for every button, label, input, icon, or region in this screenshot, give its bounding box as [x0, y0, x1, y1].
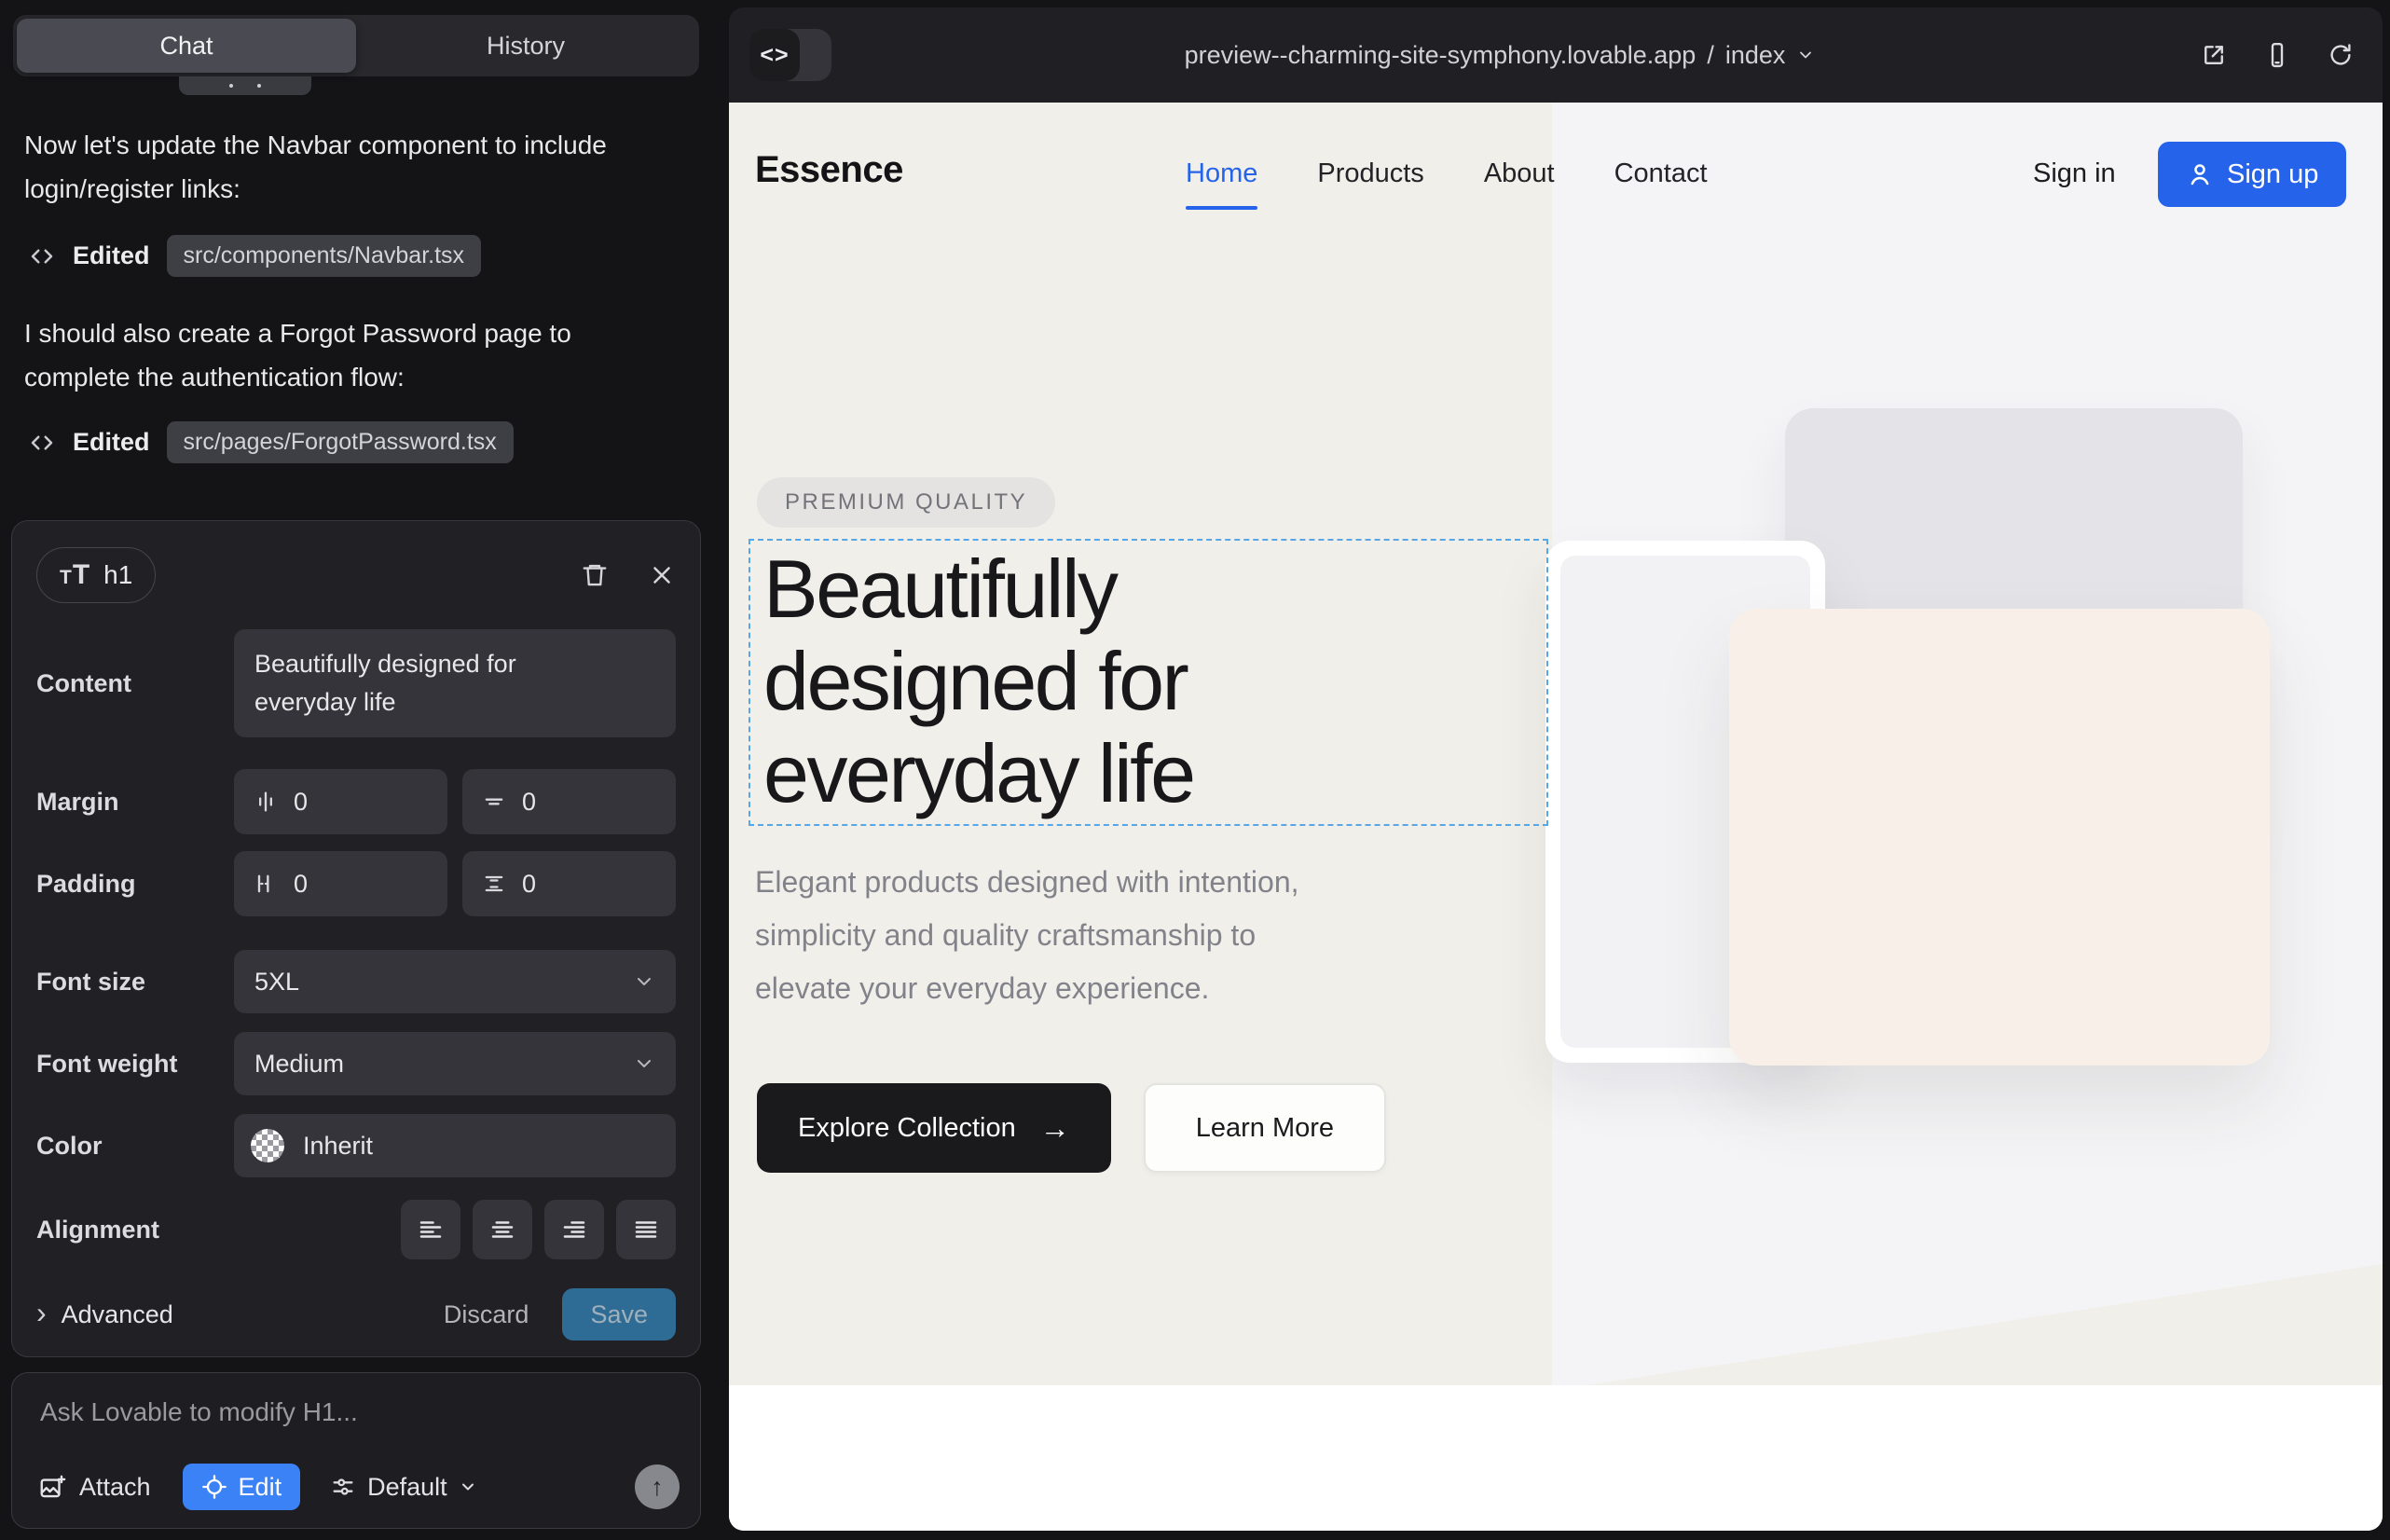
user-icon — [2186, 160, 2214, 188]
margin-x-input[interactable]: 0 — [234, 769, 447, 834]
scrolled-badge-partial — [179, 76, 311, 95]
transparency-swatch-icon — [251, 1129, 284, 1162]
selected-element-tag: h1 — [103, 560, 132, 590]
content-label: Content — [36, 669, 234, 698]
edited-label: Edited — [73, 241, 150, 270]
content-input[interactable]: Beautifully designed for everyday life — [234, 629, 676, 737]
font-weight-select[interactable]: Medium — [234, 1032, 676, 1095]
alignment-label: Alignment — [36, 1216, 234, 1244]
font-weight-label: Font weight — [36, 1050, 234, 1079]
chevron-down-icon — [459, 1478, 477, 1496]
refresh-icon[interactable] — [2327, 41, 2355, 69]
nav-link-home[interactable]: Home — [1186, 158, 1257, 189]
padding-horizontal-icon — [253, 871, 279, 897]
edited-label: Edited — [73, 428, 150, 457]
site-preview: Essence Home Products About Contact Sign… — [729, 103, 2383, 1531]
premium-quality-badge: PREMIUM QUALITY — [757, 477, 1055, 528]
url-bar[interactable]: preview--charming-site-symphony.lovable.… — [729, 7, 2271, 103]
lovable-chat-panel: Chat History Now let's update the Navbar… — [0, 0, 727, 1540]
align-left-icon — [417, 1216, 445, 1244]
nav-link-products[interactable]: Products — [1317, 158, 1423, 189]
tab-chat[interactable]: Chat — [17, 19, 356, 73]
open-external-icon[interactable] — [2200, 41, 2228, 69]
assistant-message: I should also create a Forgot Password p… — [24, 311, 621, 399]
arrow-right-icon: → — [1040, 1111, 1070, 1146]
code-icon — [28, 242, 56, 270]
discard-button[interactable]: Discard — [444, 1300, 529, 1329]
align-center-icon — [488, 1216, 516, 1244]
prompt-composer: Ask Lovable to modify H1... Attach Edit … — [11, 1372, 701, 1529]
edited-file-row: Edited src/pages/ForgotPassword.tsx — [28, 421, 514, 463]
margin-horizontal-icon — [253, 789, 279, 815]
font-size-label: Font size — [36, 968, 234, 997]
h1-selection-outline[interactable]: Beautifully designed for everyday life — [749, 539, 1548, 826]
advanced-toggle[interactable]: › Advanced — [36, 1299, 173, 1329]
next-section-background — [729, 1385, 2383, 1531]
delete-element-icon[interactable] — [581, 561, 609, 589]
chevron-right-icon: › — [36, 1298, 47, 1327]
align-justify-button[interactable] — [616, 1200, 676, 1259]
chevron-down-icon — [633, 1052, 655, 1075]
margin-label: Margin — [36, 788, 234, 817]
hero-heading: Beautifully designed for everyday life — [763, 543, 1194, 819]
chat-history-tabbar: Chat History — [13, 15, 699, 76]
padding-x-input[interactable]: 0 — [234, 851, 447, 916]
close-icon[interactable] — [648, 561, 676, 589]
edited-file-row: Edited src/components/Navbar.tsx — [28, 235, 481, 277]
preview-browser-window: <> preview--charming-site-symphony.lovab… — [729, 7, 2383, 1531]
selected-element-badge: TT h1 — [36, 547, 156, 603]
text-type-icon: TT — [60, 559, 90, 591]
attach-button[interactable]: Attach — [38, 1473, 151, 1502]
edit-mode-button[interactable]: Edit — [183, 1464, 301, 1510]
padding-label: Padding — [36, 870, 234, 899]
margin-y-input[interactable]: 0 — [462, 769, 676, 834]
align-right-icon — [560, 1216, 588, 1244]
font-size-select[interactable]: 5XL — [234, 950, 676, 1013]
url-separator: / — [1707, 41, 1714, 70]
nav-link-about[interactable]: About — [1484, 158, 1555, 189]
margin-vertical-icon — [481, 789, 507, 815]
site-nav: Home Products About Contact — [1186, 158, 1708, 189]
url-host: preview--charming-site-symphony.lovable.… — [1185, 41, 1696, 70]
save-button[interactable]: Save — [562, 1288, 676, 1341]
sliders-icon — [330, 1474, 356, 1500]
nav-link-contact[interactable]: Contact — [1614, 158, 1708, 189]
chevron-down-icon — [633, 970, 655, 993]
send-button[interactable]: ↑ — [635, 1464, 680, 1509]
attach-image-icon — [38, 1473, 66, 1501]
align-center-button[interactable] — [473, 1200, 532, 1259]
url-page: index — [1725, 41, 1786, 70]
mobile-view-icon[interactable] — [2263, 41, 2291, 69]
explore-collection-button[interactable]: Explore Collection → — [757, 1083, 1111, 1173]
model-default-select[interactable]: Default — [330, 1473, 477, 1502]
element-inspector-panel: TT h1 Content Beautifully designed for e… — [11, 520, 701, 1357]
align-right-button[interactable] — [544, 1200, 604, 1259]
browser-toolbar: <> preview--charming-site-symphony.lovab… — [729, 7, 2383, 103]
learn-more-button[interactable]: Learn More — [1144, 1083, 1386, 1173]
padding-vertical-icon — [481, 871, 507, 897]
padding-y-input[interactable]: 0 — [462, 851, 676, 916]
edited-file-badge[interactable]: src/pages/ForgotPassword.tsx — [167, 421, 514, 463]
composer-input[interactable]: Ask Lovable to modify H1... — [40, 1397, 672, 1427]
chevron-down-icon — [1796, 46, 1815, 64]
site-logo[interactable]: Essence — [755, 149, 903, 191]
decorative-card-beige — [1729, 609, 2270, 1066]
tab-history[interactable]: History — [356, 19, 695, 73]
sign-in-link[interactable]: Sign in — [2033, 158, 2116, 189]
assistant-message: Now let's update the Navbar component to… — [24, 123, 621, 211]
align-left-button[interactable] — [401, 1200, 460, 1259]
color-picker-field[interactable]: Inherit — [234, 1114, 676, 1177]
sign-up-button[interactable]: Sign up — [2158, 142, 2346, 207]
code-icon — [28, 429, 56, 457]
align-justify-icon — [632, 1216, 660, 1244]
edited-file-badge[interactable]: src/components/Navbar.tsx — [167, 235, 482, 277]
color-label: Color — [36, 1132, 234, 1161]
target-icon — [201, 1474, 227, 1500]
hero-paragraph: Elegant products designed with intention… — [755, 856, 1299, 1015]
